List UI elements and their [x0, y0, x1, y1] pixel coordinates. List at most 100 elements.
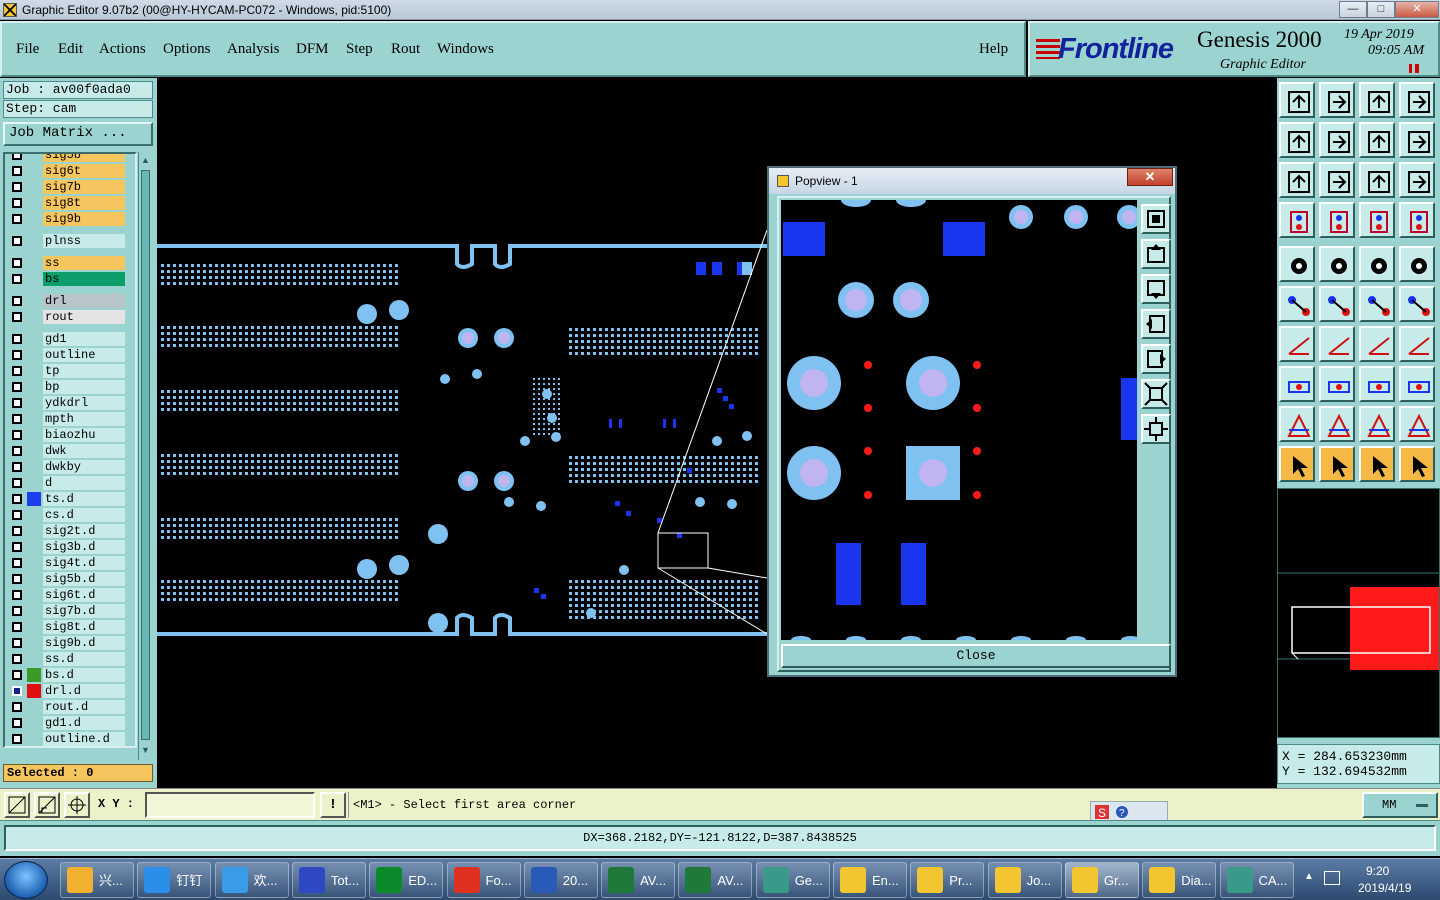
- layer-label[interactable]: ts.d: [43, 492, 125, 506]
- cut-line-icon[interactable]: [1319, 366, 1355, 402]
- layer-row[interactable]: sig7b.d: [7, 604, 125, 618]
- menu-file[interactable]: File: [16, 41, 39, 58]
- home-icon[interactable]: [1359, 82, 1395, 118]
- layer-row[interactable]: bs: [7, 272, 125, 286]
- taskbar-item[interactable]: 钉钉: [137, 862, 212, 898]
- layer-row[interactable]: dwk: [7, 444, 125, 458]
- layer-label[interactable]: sig4t.d: [43, 556, 125, 570]
- layer-color-swatch[interactable]: [27, 492, 41, 506]
- layer-row[interactable]: dwkby: [7, 460, 125, 474]
- triangle-a-icon[interactable]: [1319, 406, 1355, 442]
- undo-arc-icon[interactable]: [1359, 326, 1395, 362]
- layer-checkbox[interactable]: [12, 334, 22, 344]
- minimize-button[interactable]: —: [1339, 1, 1367, 18]
- popview-canvas[interactable]: [781, 193, 1141, 644]
- layer-label[interactable]: cs.d: [43, 508, 125, 522]
- taskbar-item[interactable]: AV...: [601, 862, 676, 898]
- layer-color-swatch[interactable]: [27, 668, 41, 682]
- layer-label[interactable]: sig7b: [43, 180, 125, 194]
- layer-scrollbar[interactable]: ▲ ▼: [138, 152, 152, 760]
- snap-mode-1-icon[interactable]: [4, 792, 30, 818]
- layer-checkbox[interactable]: [12, 526, 22, 536]
- layer-label[interactable]: outline.d: [43, 732, 125, 746]
- layer-checkbox[interactable]: [12, 274, 22, 284]
- menu-rout[interactable]: Rout: [391, 41, 420, 58]
- menu-actions[interactable]: Actions: [99, 41, 146, 58]
- pointer-icon[interactable]: [1279, 446, 1315, 482]
- taskbar-item[interactable]: En...: [833, 862, 907, 898]
- layer-row[interactable]: biaozhu: [7, 428, 125, 442]
- layer-checkbox[interactable]: [12, 670, 22, 680]
- flip-icon[interactable]: [1399, 326, 1435, 362]
- layer-label[interactable]: sig8t: [43, 196, 125, 210]
- job-matrix-button[interactable]: Job Matrix ...: [3, 122, 153, 146]
- open-step-icon[interactable]: [1279, 82, 1315, 118]
- menu-step[interactable]: Step: [346, 41, 373, 58]
- snap-key-icon[interactable]: [1319, 202, 1355, 238]
- layer-row[interactable]: cs.d: [7, 508, 125, 522]
- layer-label[interactable]: sig7b.d: [43, 604, 125, 618]
- layer-label[interactable]: drl.d: [43, 684, 125, 698]
- taskbar-item[interactable]: ED...: [369, 862, 444, 898]
- layer-label[interactable]: sig9b: [43, 212, 125, 226]
- layer-checkbox[interactable]: [12, 182, 22, 192]
- taskbar-item[interactable]: AV...: [678, 862, 753, 898]
- layer-row[interactable]: ss: [7, 256, 125, 270]
- popview-titlebar[interactable]: Popview - 1: [769, 168, 1175, 194]
- layer-label[interactable]: outline: [43, 348, 125, 362]
- layer-checkbox[interactable]: [12, 622, 22, 632]
- menu-help[interactable]: Help: [979, 41, 1008, 58]
- pad-add-icon[interactable]: [1279, 246, 1315, 282]
- taskbar-item[interactable]: 欢...: [214, 862, 289, 898]
- layer-row[interactable]: sig5b.d: [7, 572, 125, 586]
- layer-checkbox[interactable]: [12, 350, 22, 360]
- popview-close-button[interactable]: Close: [781, 644, 1171, 668]
- layer-row[interactable]: sig4t.d: [7, 556, 125, 570]
- layer-checkbox[interactable]: [12, 366, 22, 376]
- route-icon[interactable]: [1399, 446, 1435, 482]
- layer-label[interactable]: dwkby: [43, 460, 125, 474]
- layer-row[interactable]: ts.d: [7, 492, 125, 506]
- menu-options[interactable]: Options: [163, 41, 211, 58]
- arch-icon[interactable]: [1359, 406, 1395, 442]
- scroll-thumb[interactable]: [141, 170, 150, 740]
- layer-label[interactable]: gd1.d: [43, 716, 125, 730]
- units-select[interactable]: MM: [1362, 792, 1438, 818]
- layer-checkbox[interactable]: [12, 638, 22, 648]
- layer-label[interactable]: sig5b.d: [43, 572, 125, 586]
- connect-icon[interactable]: [1279, 286, 1315, 322]
- layer-checkbox[interactable]: [12, 214, 22, 224]
- layer-checkbox[interactable]: [12, 154, 22, 160]
- measure-icon[interactable]: [1279, 202, 1315, 238]
- layer-row[interactable]: sig5b: [7, 154, 125, 162]
- copy-point-icon[interactable]: [1399, 286, 1435, 322]
- layer-label[interactable]: sig6t.d: [43, 588, 125, 602]
- layer-color-swatch[interactable]: [27, 684, 41, 698]
- layer-label[interactable]: sig2t.d: [43, 524, 125, 538]
- popview-pan-left-icon[interactable]: [1141, 309, 1171, 339]
- layer-label[interactable]: sig5b: [43, 154, 125, 162]
- layer-toggle-red-icon[interactable]: [1399, 202, 1435, 238]
- zoom-center-icon[interactable]: [1319, 162, 1355, 198]
- layer-row[interactable]: sig7b: [7, 180, 125, 194]
- layer-label[interactable]: sig3b.d: [43, 540, 125, 554]
- layer-row[interactable]: sig9b.d: [7, 636, 125, 650]
- layer-label[interactable]: bs.d: [43, 668, 125, 682]
- layer-checkbox[interactable]: [12, 734, 22, 744]
- group-icon[interactable]: [1399, 366, 1435, 402]
- layer-label[interactable]: ydkdrl: [43, 396, 125, 410]
- resize-icon[interactable]: [1359, 366, 1395, 402]
- layer-checkbox[interactable]: [12, 258, 22, 268]
- popview-close-icon[interactable]: ✕: [1127, 168, 1173, 186]
- popview-pan-right-icon[interactable]: [1141, 344, 1171, 374]
- layer-checkbox[interactable]: [12, 296, 22, 306]
- layer-row[interactable]: bs.d: [7, 668, 125, 682]
- popview-zoom-view[interactable]: [781, 193, 1141, 644]
- scroll-up-icon[interactable]: ▲: [140, 154, 151, 166]
- layer-checkbox[interactable]: [12, 398, 22, 408]
- layer-row[interactable]: ydkdrl: [7, 396, 125, 410]
- layer-label[interactable]: bp: [43, 380, 125, 394]
- popview-pan-up-icon[interactable]: [1141, 239, 1171, 269]
- menu-analysis[interactable]: Analysis: [227, 41, 280, 58]
- layer-label[interactable]: sig8t.d: [43, 620, 125, 634]
